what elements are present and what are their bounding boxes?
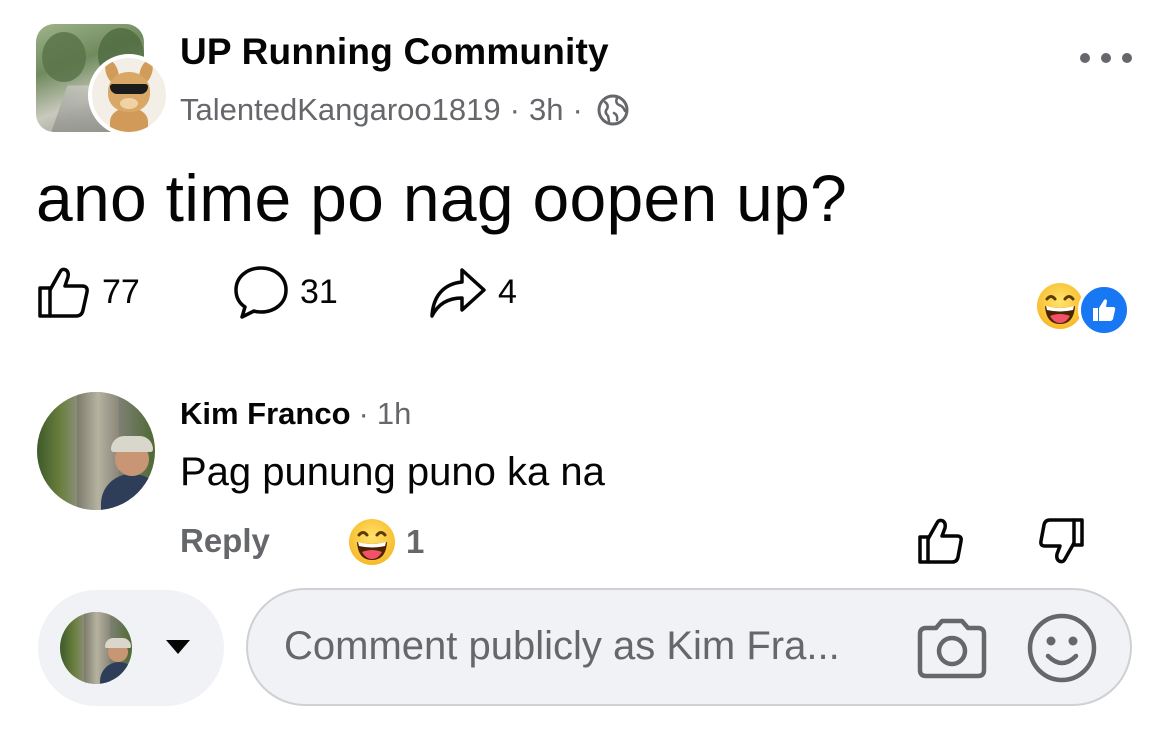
share-count: 4 bbox=[498, 272, 517, 311]
more-options-button[interactable] bbox=[1080, 44, 1132, 72]
comment-text: Pag punung puno ka na bbox=[180, 450, 605, 494]
laughing-emoji-icon bbox=[349, 519, 395, 565]
person-cap bbox=[105, 638, 131, 648]
thumbs-down-icon bbox=[1039, 518, 1084, 564]
commenter-avatar[interactable] bbox=[37, 392, 155, 510]
comment-count: 31 bbox=[300, 272, 338, 311]
kangaroo-snout bbox=[120, 98, 138, 109]
chevron-down-icon[interactable] bbox=[166, 640, 190, 654]
like-button[interactable]: 77 bbox=[36, 262, 140, 322]
like-reaction-icon bbox=[1078, 284, 1130, 336]
globe-icon bbox=[597, 94, 629, 126]
comment-dislike-button[interactable] bbox=[1036, 516, 1086, 571]
comment-reaction-count: 1 bbox=[406, 523, 425, 560]
reply-button[interactable]: Reply bbox=[180, 522, 270, 560]
comment-reaction-summary[interactable]: 1 bbox=[348, 518, 424, 566]
camera-button[interactable] bbox=[914, 616, 990, 687]
kangaroo-body bbox=[110, 108, 148, 132]
meta-separator: · bbox=[358, 396, 369, 431]
person-cap bbox=[111, 436, 153, 452]
thumbs-up-icon bbox=[1093, 299, 1116, 321]
thumbs-up-icon bbox=[38, 267, 89, 318]
group-name[interactable]: UP Running Community bbox=[180, 31, 609, 73]
composer-avatar bbox=[60, 612, 132, 684]
dot bbox=[1122, 53, 1132, 63]
dot bbox=[1101, 53, 1111, 63]
comment-input-placeholder[interactable]: Comment publicly as Kim Fra... bbox=[284, 624, 840, 669]
emoji-button[interactable] bbox=[1026, 612, 1098, 689]
comment-author[interactable]: Kim Franco bbox=[180, 396, 351, 432]
comment-time[interactable]: 1h bbox=[377, 396, 411, 432]
comment-bubble-icon bbox=[234, 266, 288, 319]
author-avatar[interactable] bbox=[88, 54, 170, 136]
like-count: 77 bbox=[102, 272, 140, 311]
comment-header: Kim Franco · 1h bbox=[180, 396, 411, 432]
sunglasses bbox=[110, 84, 148, 94]
post-meta: TalentedKangaroo1819 · 3h · bbox=[180, 90, 630, 130]
smiley-icon bbox=[1027, 613, 1097, 683]
share-button[interactable]: 4 bbox=[428, 262, 517, 322]
post-text: ano time po nag oopen up? bbox=[36, 161, 848, 235]
comment-like-button[interactable] bbox=[916, 516, 966, 571]
meta-separator: · bbox=[572, 92, 583, 127]
author-name[interactable]: TalentedKangaroo1819 bbox=[180, 92, 501, 128]
thumbs-up-icon bbox=[918, 518, 963, 564]
meta-separator: · bbox=[509, 92, 520, 127]
reactions-summary[interactable] bbox=[1036, 282, 1136, 336]
laughing-emoji-icon bbox=[1037, 283, 1083, 329]
dot bbox=[1080, 53, 1090, 63]
tree-shape bbox=[42, 32, 86, 82]
share-arrow-icon bbox=[430, 268, 486, 318]
camera-icon bbox=[917, 618, 987, 679]
comment-button[interactable]: 31 bbox=[232, 262, 338, 322]
post-time[interactable]: 3h bbox=[529, 92, 563, 128]
